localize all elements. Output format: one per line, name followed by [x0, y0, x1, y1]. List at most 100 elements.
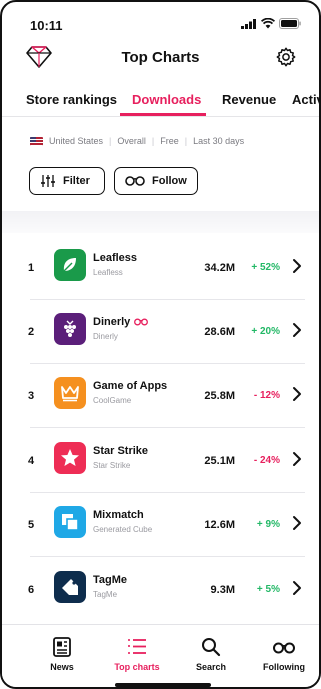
following-glasses-icon — [134, 318, 149, 326]
change-percent: + 5% — [256, 584, 280, 595]
app-name: Leafless — [93, 252, 137, 264]
app-row[interactable]: 2 Dinerly Dinerly 28.6M + 20% — [2, 299, 319, 363]
download-count: 25.1M — [204, 455, 235, 467]
rank-number: 5 — [28, 519, 35, 531]
change-percent: - 12% — [253, 390, 280, 401]
chevron-right-icon[interactable] — [291, 322, 303, 338]
app-name: Star Strike — [93, 445, 148, 457]
filter-button[interactable]: Filter — [29, 167, 105, 195]
app-name-text: TagMe — [93, 574, 128, 586]
nav-label: News — [50, 662, 74, 672]
filter-summary[interactable]: United States | Overall | Free | Last 30… — [30, 136, 244, 146]
app-developer: Leafless — [93, 268, 123, 277]
us-flag-icon — [30, 136, 43, 146]
wifi-icon — [261, 18, 275, 29]
star-icon[interactable] — [54, 442, 86, 474]
section-spacer — [2, 211, 319, 233]
app-name: Mixmatch — [93, 509, 144, 521]
app-name-text: Dinerly — [93, 316, 131, 328]
home-indicator[interactable] — [115, 683, 211, 687]
status-bar: 10:11 — [2, 2, 319, 38]
tabs-divider — [2, 116, 319, 117]
download-count: 34.2M — [204, 262, 235, 274]
nav-label: Search — [195, 662, 227, 672]
status-icons — [241, 18, 301, 29]
filter-button-label: Filter — [63, 175, 90, 187]
nav-label: Top charts — [114, 662, 160, 672]
glasses-icon — [273, 642, 295, 654]
change-percent: + 9% — [256, 519, 280, 530]
app-name-text: Game of Apps — [93, 380, 168, 392]
download-count: 12.6M — [204, 519, 235, 531]
change-percent: + 20% — [251, 326, 280, 337]
rank-number: 2 — [28, 326, 35, 338]
sliders-icon — [41, 175, 55, 187]
battery-icon — [279, 18, 301, 29]
chevron-right-icon[interactable] — [291, 580, 303, 596]
app-row[interactable]: 4 Star Strike Star Strike 25.1M - 24% — [2, 428, 319, 492]
app-screen: 10:11 Top Charts Store rankings Download… — [0, 0, 321, 689]
filter-country: United States — [49, 136, 104, 146]
tab-revenue[interactable]: Revenue — [222, 92, 276, 107]
chart-tabs: Store rankings Downloads Revenue Activ — [2, 84, 319, 116]
app-row[interactable]: 6 TagMe TagMe 9.3M + 5% — [2, 557, 319, 621]
rank-number: 1 — [28, 262, 35, 274]
nav-top-charts[interactable]: Top charts — [102, 637, 172, 672]
nav-following[interactable]: Following — [249, 637, 319, 672]
app-name-text: Star Strike — [93, 445, 149, 457]
search-icon — [202, 638, 221, 657]
nav-news[interactable]: News — [27, 637, 97, 672]
follow-button-label: Follow — [152, 175, 187, 187]
gear-icon[interactable] — [275, 46, 297, 68]
app-developer: Dinerly — [93, 332, 118, 341]
chevron-right-icon[interactable] — [291, 451, 303, 467]
signal-icon — [241, 19, 256, 29]
change-percent: + 52% — [251, 262, 280, 273]
tab-downloads[interactable]: Downloads — [132, 92, 201, 107]
nav-search[interactable]: Search — [176, 637, 246, 672]
tab-activity[interactable]: Activ — [292, 92, 319, 107]
rank-number: 4 — [28, 455, 35, 467]
separator: | — [151, 136, 155, 146]
tag-icon[interactable] — [54, 571, 86, 603]
app-developer: CoolGame — [93, 396, 132, 405]
app-name: Dinerly — [93, 316, 149, 328]
grapes-icon[interactable] — [54, 313, 86, 345]
filter-category: Overall — [117, 136, 146, 146]
rank-number: 6 — [28, 584, 35, 596]
app-name-text: Mixmatch — [93, 509, 144, 521]
chevron-right-icon[interactable] — [291, 515, 303, 531]
app-developer: TagMe — [93, 590, 118, 599]
download-count: 9.3M — [210, 584, 235, 596]
separator: | — [109, 136, 112, 146]
app-name: Game of Apps — [93, 380, 167, 392]
crown-icon[interactable] — [54, 377, 86, 409]
bottom-nav: News Top charts Search Following — [2, 624, 319, 687]
page-title: Top Charts — [121, 49, 200, 66]
rank-number: 3 — [28, 390, 35, 402]
status-time: 10:11 — [30, 18, 63, 33]
squares-icon[interactable] — [54, 506, 86, 538]
download-count: 25.8M — [204, 390, 235, 402]
app-name: TagMe — [93, 574, 127, 586]
app-developer: Generated Cube — [93, 525, 153, 534]
leaf-icon[interactable] — [54, 249, 86, 281]
app-row[interactable]: 3 Game of Apps CoolGame 25.8M - 12% — [2, 363, 319, 427]
nav-label: Following — [263, 662, 305, 672]
news-icon — [53, 637, 71, 657]
download-count: 28.6M — [204, 326, 235, 338]
follow-button[interactable]: Follow — [114, 167, 198, 195]
app-name-text: Leafless — [93, 252, 138, 264]
glasses-icon — [125, 176, 145, 186]
list-icon — [128, 639, 146, 654]
app-developer: Star Strike — [93, 461, 131, 470]
app-row[interactable]: 5 Mixmatch Generated Cube 12.6M + 9% — [2, 492, 319, 556]
filter-period: Last 30 days — [193, 136, 245, 146]
change-percent: - 24% — [253, 455, 280, 466]
app-row[interactable]: 1 Leafless Leafless 34.2M + 52% — [2, 235, 319, 299]
chevron-right-icon[interactable] — [291, 386, 303, 402]
filter-price: Free — [160, 136, 179, 146]
chevron-right-icon[interactable] — [291, 258, 303, 274]
tab-store-rankings[interactable]: Store rankings — [26, 92, 117, 107]
separator: | — [184, 136, 188, 146]
